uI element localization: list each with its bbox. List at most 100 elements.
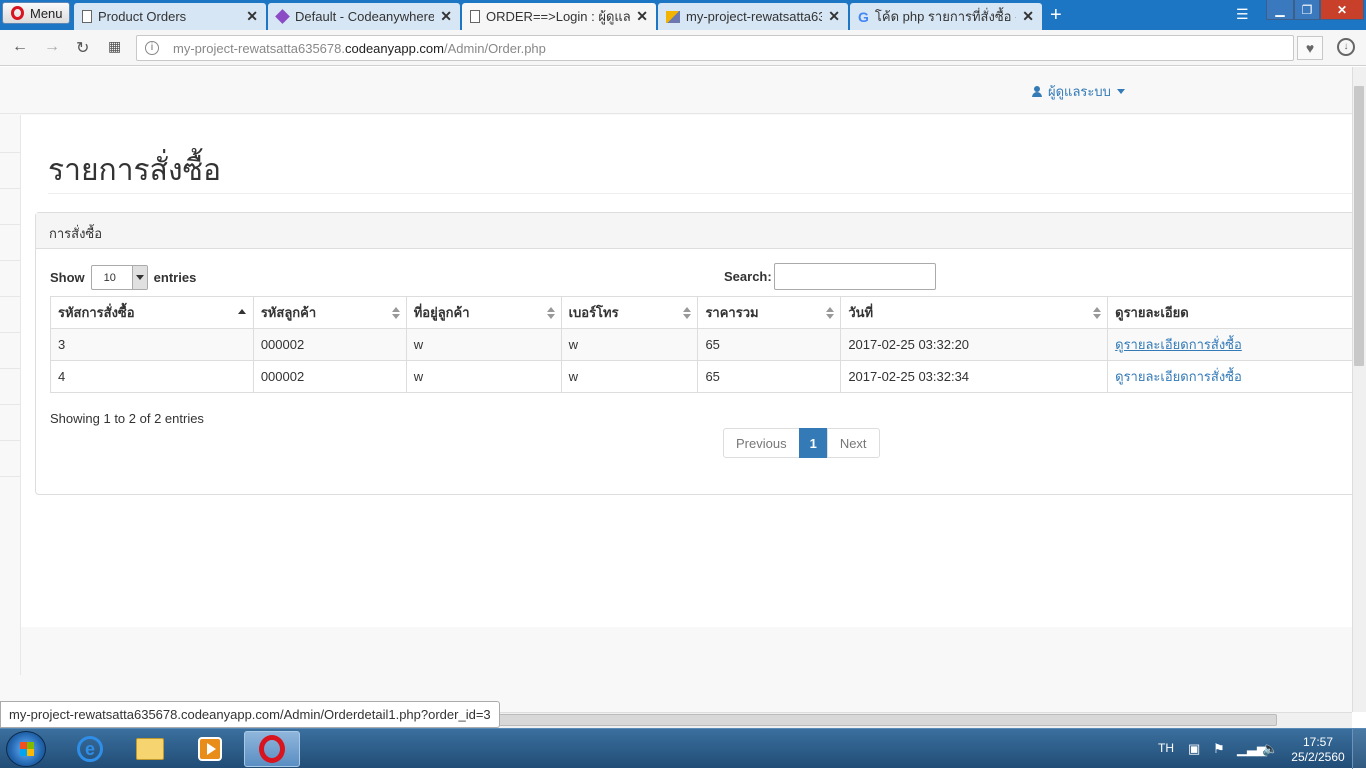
show-label: Show	[50, 270, 85, 285]
vertical-scroll-thumb[interactable]	[1354, 86, 1364, 366]
start-button[interactable]	[6, 731, 46, 767]
cell-phone: w	[560, 328, 699, 361]
tab-menu-icon[interactable]: ☰	[1236, 6, 1249, 23]
user-icon	[1032, 86, 1042, 97]
tab-title: Product Orders	[98, 9, 187, 24]
cell-phone: w	[560, 360, 699, 393]
url-path: /Admin/Order.php	[444, 40, 546, 56]
taskbar-internet-explorer[interactable]: e	[62, 731, 118, 767]
status-url-tooltip: my-project-rewatsatta635678.codeanyapp.c…	[0, 701, 500, 728]
column-label: รหัสลูกค้า	[260, 305, 317, 320]
reload-icon[interactable]: ↻	[76, 38, 89, 58]
entries-length-control: Show 10 entries	[50, 265, 196, 290]
close-window-button[interactable]: ✕	[1320, 0, 1364, 20]
entries-select[interactable]: 10	[90, 265, 148, 290]
order-detail-link[interactable]: ดูรายละเอียดการสั่งซื้อ	[1115, 369, 1242, 384]
close-tab-icon[interactable]: ✕	[636, 8, 648, 25]
next-page-button[interactable]: Next	[826, 428, 880, 458]
taskbar-opera[interactable]	[244, 731, 300, 767]
browser-tab-codeanywhere[interactable]: Default - Codeanywhere ✕	[268, 3, 460, 30]
sidebar	[0, 115, 21, 675]
page-wrapper: รายการสั่งซื้อ การสั่งซื้อ Show 10 entri…	[21, 115, 1352, 627]
browser-tab-order-login[interactable]: ORDER==>Login : ผู้ดูแลระ ✕	[462, 3, 656, 30]
cell-detail: ดูรายละเอียดการสั่งซื้อ	[1107, 360, 1352, 393]
url-host: codeanyapp.com	[344, 40, 444, 56]
cell-detail: ดูรายละเอียดการสั่งซื้อ	[1107, 328, 1352, 361]
table-header-row: รหัสการสั่งซื้อ รหัสลูกค้า ที่อยู่ลูกค้า…	[50, 296, 1352, 329]
back-arrow-icon[interactable]: ←	[12, 38, 28, 56]
user-dropdown[interactable]: ผู้ดูแลระบบ	[1032, 81, 1125, 102]
orders-table: รหัสการสั่งซื้อ รหัสลูกค้า ที่อยู่ลูกค้า…	[50, 296, 1352, 393]
clipboard-icon[interactable]: ▣	[1188, 741, 1200, 757]
column-header-date[interactable]: วันที่	[840, 296, 1109, 329]
cell-date: 2017-02-25 03:32:20	[840, 328, 1109, 361]
column-header-address[interactable]: ที่อยู่ลูกค้า	[405, 296, 562, 329]
language-indicator[interactable]: TH	[1158, 741, 1174, 755]
cell-address: w	[405, 328, 562, 361]
table-row: 3 000002 w w 65 2017-02-25 03:32:20 ดูรา…	[50, 328, 1352, 361]
column-header-phone[interactable]: เบอร์โทร	[560, 296, 699, 329]
browser-tab-product-orders[interactable]: Product Orders ✕	[74, 3, 266, 30]
taskbar-file-explorer[interactable]	[122, 731, 178, 767]
column-header-detail[interactable]: ดูรายละเอียด	[1107, 296, 1352, 329]
column-header-total[interactable]: ราคารวม	[697, 296, 842, 329]
browser-tab-phpmyadmin[interactable]: my-project-rewatsatta635 ✕	[658, 3, 848, 30]
sidebar-divider	[0, 440, 20, 441]
bookmark-heart-icon[interactable]: ♥	[1297, 36, 1323, 60]
sidebar-divider	[0, 224, 20, 225]
taskbar-media-player[interactable]	[182, 731, 238, 767]
volume-icon[interactable]: 🔈	[1262, 741, 1278, 757]
network-warning-icon[interactable]: ⚑	[1213, 741, 1225, 757]
column-header-order-id[interactable]: รหัสการสั่งซื้อ	[50, 296, 254, 329]
previous-page-button[interactable]: Previous	[723, 428, 800, 458]
document-icon	[470, 10, 480, 23]
sort-ascending-icon	[237, 309, 246, 314]
pagination: Previous 1 Next	[723, 428, 880, 458]
speed-dial-grid-icon[interactable]: ▦	[108, 38, 121, 55]
sidebar-divider	[0, 368, 20, 369]
table-info: Showing 1 to 2 of 2 entries	[50, 411, 204, 426]
column-header-customer-id[interactable]: รหัสลูกค้า	[252, 296, 407, 329]
codeanywhere-cube-icon	[275, 9, 290, 24]
cell-order-id: 4	[50, 360, 254, 393]
close-tab-icon[interactable]: ✕	[246, 8, 258, 25]
column-label: ที่อยู่ลูกค้า	[413, 305, 470, 320]
system-clock[interactable]: 17:57 25/2/2560	[1288, 735, 1348, 765]
table-row: 4 000002 w w 65 2017-02-25 03:32:34 ดูรา…	[50, 360, 1352, 393]
cell-total: 65	[697, 328, 842, 361]
sidebar-divider	[0, 332, 20, 333]
url-field[interactable]: i my-project-rewatsatta635678. codeanyapp…	[136, 35, 1294, 61]
maximize-window-button[interactable]: ❐	[1294, 0, 1320, 20]
column-label: ดูรายละเอียด	[1115, 305, 1189, 320]
close-tab-icon[interactable]: ✕	[1022, 8, 1034, 25]
user-label: ผู้ดูแลระบบ	[1048, 84, 1111, 99]
url-prefix: my-project-rewatsatta635678.	[173, 40, 345, 56]
search-control: Search:	[724, 263, 936, 290]
minimize-window-button[interactable]: ▁	[1266, 0, 1294, 20]
page-1-button[interactable]: 1	[798, 428, 828, 458]
opera-menu-button[interactable]: Menu	[2, 2, 70, 24]
entries-value: 10	[103, 271, 116, 284]
orders-panel: การสั่งซื้อ Show 10 entries Search: รหัส…	[35, 212, 1352, 495]
close-tab-icon[interactable]: ✕	[440, 8, 452, 25]
google-icon: G	[858, 8, 869, 25]
forward-arrow-icon[interactable]: →	[44, 38, 60, 56]
search-input[interactable]	[773, 263, 936, 290]
close-tab-icon[interactable]: ✕	[828, 8, 840, 25]
site-info-icon[interactable]: i	[145, 41, 159, 55]
order-detail-link[interactable]: ดูรายละเอียดการสั่งซื้อ	[1115, 337, 1242, 352]
new-tab-plus-icon[interactable]: +	[1050, 4, 1062, 27]
caret-down-icon	[1116, 89, 1125, 94]
panel-heading: การสั่งซื้อ	[36, 213, 1352, 249]
cell-total: 65	[697, 360, 842, 393]
tab-title: โค้ด php รายการที่สั่งซื้อ - ค้นห	[874, 9, 1016, 24]
browser-tab-google-search[interactable]: G โค้ด php รายการที่สั่งซื้อ - ค้นห ✕	[850, 3, 1042, 30]
web-page: ผู้ดูแลระบบ รายการสั่งซื้อ การสั่งซื้อ S…	[0, 67, 1352, 712]
sort-both-icon	[683, 307, 692, 319]
clock-time: 17:57	[1302, 735, 1334, 749]
cell-date: 2017-02-25 03:32:34	[840, 360, 1109, 393]
windows-taskbar: e TH ▣ ⚑ ▁▃▅ 🔈 17:57 25/2/2560	[0, 728, 1366, 769]
header-divider	[48, 193, 1352, 194]
show-desktop-button[interactable]	[1352, 729, 1366, 769]
download-icon[interactable]: ↓	[1337, 38, 1355, 56]
